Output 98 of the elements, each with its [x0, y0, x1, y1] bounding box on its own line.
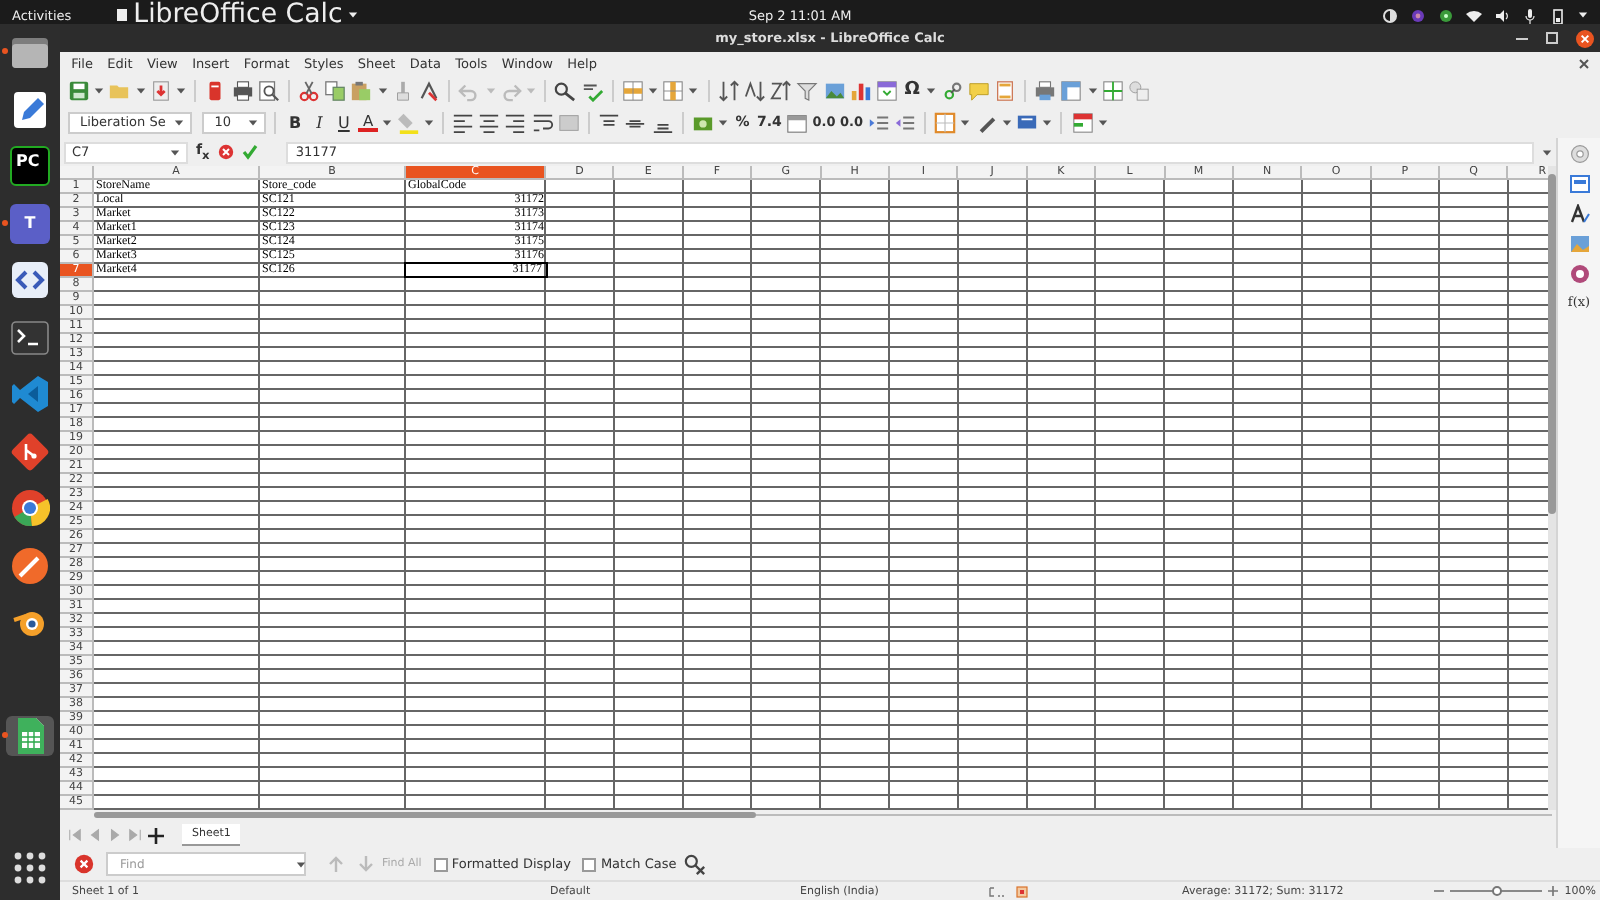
settings-icon[interactable] — [1569, 144, 1589, 164]
half-circle-icon[interactable] — [1382, 7, 1398, 23]
print-range-icon[interactable] — [1034, 79, 1057, 101]
copy-icon[interactable] — [324, 79, 347, 101]
app-icon[interactable]: PC — [10, 146, 50, 186]
checkmark-icon[interactable] — [241, 144, 258, 160]
caret-icon[interactable] — [1001, 117, 1012, 127]
folder-icon[interactable] — [10, 32, 50, 72]
checkbox[interactable] — [582, 857, 597, 871]
sort-descending-icon[interactable] — [770, 79, 793, 101]
borders-icon[interactable] — [934, 111, 957, 133]
caret-icon[interactable] — [648, 85, 659, 95]
caret-icon[interactable] — [170, 147, 180, 157]
decrease-indent-icon[interactable] — [893, 111, 916, 133]
underline-button[interactable]: U — [333, 110, 354, 134]
caret-icon[interactable] — [1042, 117, 1053, 127]
print-preview-icon[interactable] — [257, 79, 280, 101]
caret-icon[interactable] — [1578, 10, 1588, 20]
minimize-icon[interactable] — [1516, 32, 1528, 44]
app-grid-icon[interactable] — [10, 848, 50, 888]
caret-icon[interactable] — [1097, 117, 1108, 127]
scrollbar[interactable] — [1548, 166, 1556, 810]
document-icon — [115, 8, 128, 22]
scrollbar[interactable] — [94, 812, 756, 818]
caret-icon[interactable] — [423, 117, 434, 127]
zoom-out-icon[interactable] — [1434, 886, 1445, 896]
checkbox[interactable] — [433, 857, 448, 871]
caret-icon[interactable] — [377, 85, 388, 95]
battery-icon[interactable] — [1550, 7, 1566, 23]
cancel-icon[interactable] — [217, 144, 234, 160]
caret-icon[interactable] — [174, 117, 184, 127]
properties-icon[interactable] — [1569, 174, 1589, 194]
caret-icon[interactable] — [382, 117, 393, 127]
funnel-icon[interactable] — [796, 79, 819, 101]
split-window-icon[interactable] — [1101, 79, 1124, 101]
sort-icon[interactable] — [717, 79, 740, 101]
zoom-in-icon[interactable] — [1548, 886, 1559, 896]
italic-button[interactable]: I — [309, 110, 330, 134]
caret-icon[interactable] — [1087, 85, 1098, 95]
caret-icon[interactable] — [94, 85, 105, 95]
printer-icon[interactable] — [231, 79, 253, 101]
conditional-format-icon[interactable] — [1071, 111, 1094, 133]
document-modified-icon[interactable] — [1016, 885, 1028, 897]
sort-ascending-icon[interactable] — [744, 79, 766, 101]
export-icon[interactable] — [149, 79, 172, 101]
caret-icon[interactable] — [248, 117, 259, 127]
clear-formatting-icon[interactable] — [418, 79, 440, 101]
hyperlink-icon[interactable] — [941, 79, 963, 101]
align-center-icon[interactable] — [478, 111, 501, 133]
caret-icon[interactable] — [348, 10, 359, 20]
save-icon[interactable] — [68, 79, 90, 101]
add-sheet-icon[interactable] — [148, 827, 164, 843]
caret-icon[interactable] — [135, 85, 146, 95]
pivot-table-icon[interactable] — [875, 79, 898, 101]
pencil-icon[interactable] — [10, 89, 50, 129]
paste-icon[interactable] — [350, 79, 373, 101]
slash-circle-icon[interactable] — [10, 545, 50, 585]
merge-cells-icon[interactable] — [557, 111, 580, 133]
close-icon — [1580, 33, 1590, 43]
bold-button[interactable]: B — [285, 110, 306, 134]
border-color-icon[interactable] — [1016, 111, 1038, 133]
find-replace-icon[interactable] — [684, 853, 707, 875]
wifi-icon[interactable] — [1466, 7, 1482, 23]
caret-icon[interactable] — [175, 85, 186, 95]
navigator-icon[interactable] — [1569, 264, 1589, 284]
caret-icon[interactable] — [688, 85, 699, 95]
align-right-icon[interactable] — [504, 111, 527, 133]
caret-icon[interactable] — [926, 85, 937, 95]
header-footer-icon[interactable] — [993, 79, 1016, 101]
calendar-icon[interactable] — [786, 111, 809, 133]
scissors-icon[interactable] — [298, 79, 321, 101]
pdf-icon[interactable] — [204, 79, 227, 101]
freeze-rows-icon[interactable] — [1060, 79, 1083, 101]
app-icon[interactable]: T — [10, 203, 50, 243]
spellcheck-icon[interactable] — [581, 79, 603, 101]
speaker-icon[interactable] — [1494, 7, 1510, 23]
caret-icon[interactable] — [718, 117, 729, 127]
code-icon[interactable] — [10, 260, 50, 300]
align-left-icon[interactable] — [452, 111, 475, 133]
bar-chart-icon[interactable] — [849, 79, 872, 101]
caret-icon[interactable] — [1542, 147, 1552, 157]
browser-icon[interactable] — [10, 488, 50, 528]
find-replace-icon[interactable] — [554, 79, 577, 101]
terminal-icon[interactable] — [10, 317, 50, 357]
increase-indent-icon[interactable] — [867, 111, 890, 133]
wrap-text-icon[interactable] — [531, 111, 554, 133]
close-icon[interactable] — [74, 854, 94, 874]
close-button[interactable] — [1576, 29, 1594, 47]
close-icon[interactable] — [1578, 57, 1590, 69]
maximize-icon[interactable] — [1546, 32, 1558, 44]
styles-icon[interactable] — [1569, 204, 1589, 224]
caret-icon[interactable] — [960, 117, 971, 127]
selection-mode-icon[interactable] — [988, 885, 1004, 897]
app-menu[interactable]: LibreOffice Calc — [115, 0, 359, 30]
image-icon[interactable] — [823, 79, 846, 101]
code-editor-icon[interactable] — [10, 374, 50, 414]
microphone-icon[interactable] — [1522, 7, 1538, 23]
special-character-button[interactable]: Ω — [902, 78, 923, 102]
